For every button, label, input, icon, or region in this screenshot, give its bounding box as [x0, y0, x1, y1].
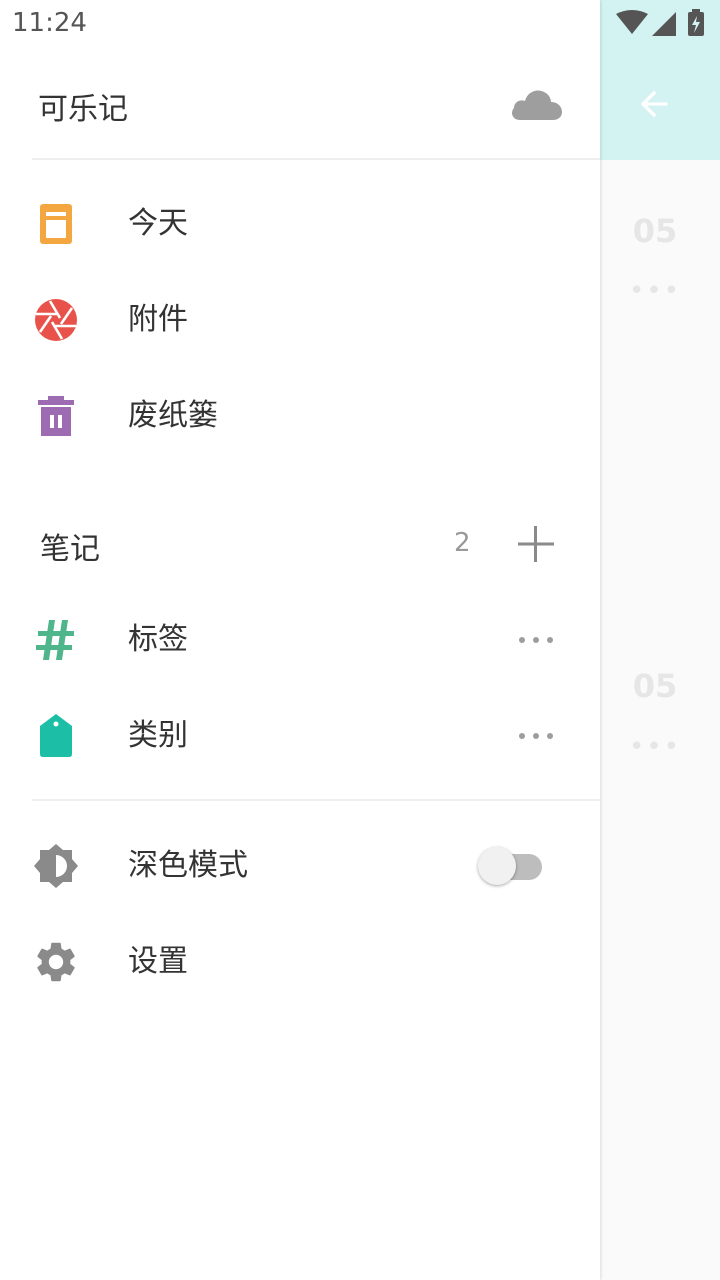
drawer-item-today[interactable]: 今天 — [0, 176, 600, 272]
battery-icon — [688, 9, 704, 36]
note-more-dots: ••• — [628, 732, 681, 762]
more-options-icon[interactable] — [514, 628, 558, 652]
cellular-signal-icon — [652, 12, 676, 36]
drawer-item-label: 类别 — [128, 718, 188, 753]
notes-count: 2 — [454, 528, 471, 558]
drawer-divider — [32, 158, 600, 160]
add-icon[interactable] — [514, 522, 558, 566]
toggle-thumb — [478, 847, 516, 885]
note-date: 05 — [632, 667, 678, 705]
status-time: 11:24 — [12, 8, 87, 38]
drawer-item-attachments[interactable]: 附件 — [0, 272, 600, 368]
trash-icon — [38, 396, 74, 436]
navigation-drawer: 可乐记 今天 附件 废纸篓 笔记 2 标签 类别 深色模式 设置 — [0, 0, 600, 1280]
status-icons — [616, 9, 704, 36]
drawer-divider — [32, 799, 600, 801]
drawer-item-trash[interactable]: 废纸篓 — [0, 368, 600, 464]
screen: 05 ••• 05 ••• 11:24 可乐记 今天 附件 废纸篓 笔记 2 标… — [0, 0, 720, 1280]
back-arrow-icon[interactable] — [634, 84, 674, 124]
wifi-icon — [616, 10, 648, 34]
attachment-aperture-icon — [35, 299, 77, 341]
drawer-item-settings[interactable]: 设置 — [0, 914, 600, 1010]
today-icon — [40, 204, 72, 244]
drawer-item-label: 标签 — [128, 622, 188, 657]
note-date: 05 — [632, 212, 678, 250]
app-title: 可乐记 — [38, 92, 128, 127]
hashtag-icon — [36, 620, 74, 660]
drawer-item-label: 设置 — [128, 944, 188, 979]
gear-icon — [37, 942, 75, 982]
category-tag-icon — [40, 714, 72, 757]
dark-mode-toggle[interactable] — [478, 846, 544, 886]
drawer-item-label: 附件 — [128, 302, 188, 337]
drawer-item-label: 今天 — [128, 206, 188, 241]
drawer-item-dark-mode[interactable]: 深色模式 — [0, 818, 600, 914]
drawer-item-tags[interactable]: 标签 — [0, 592, 600, 688]
brightness-icon — [34, 844, 78, 888]
drawer-item-categories[interactable]: 类别 — [0, 688, 600, 784]
notes-section-label: 笔记 — [40, 532, 100, 567]
note-more-dots: ••• — [628, 276, 681, 306]
more-options-icon[interactable] — [514, 724, 558, 748]
drawer-item-label: 废纸篓 — [128, 398, 218, 433]
drawer-item-label: 深色模式 — [128, 848, 248, 883]
cloud-sync-icon[interactable] — [508, 86, 564, 122]
